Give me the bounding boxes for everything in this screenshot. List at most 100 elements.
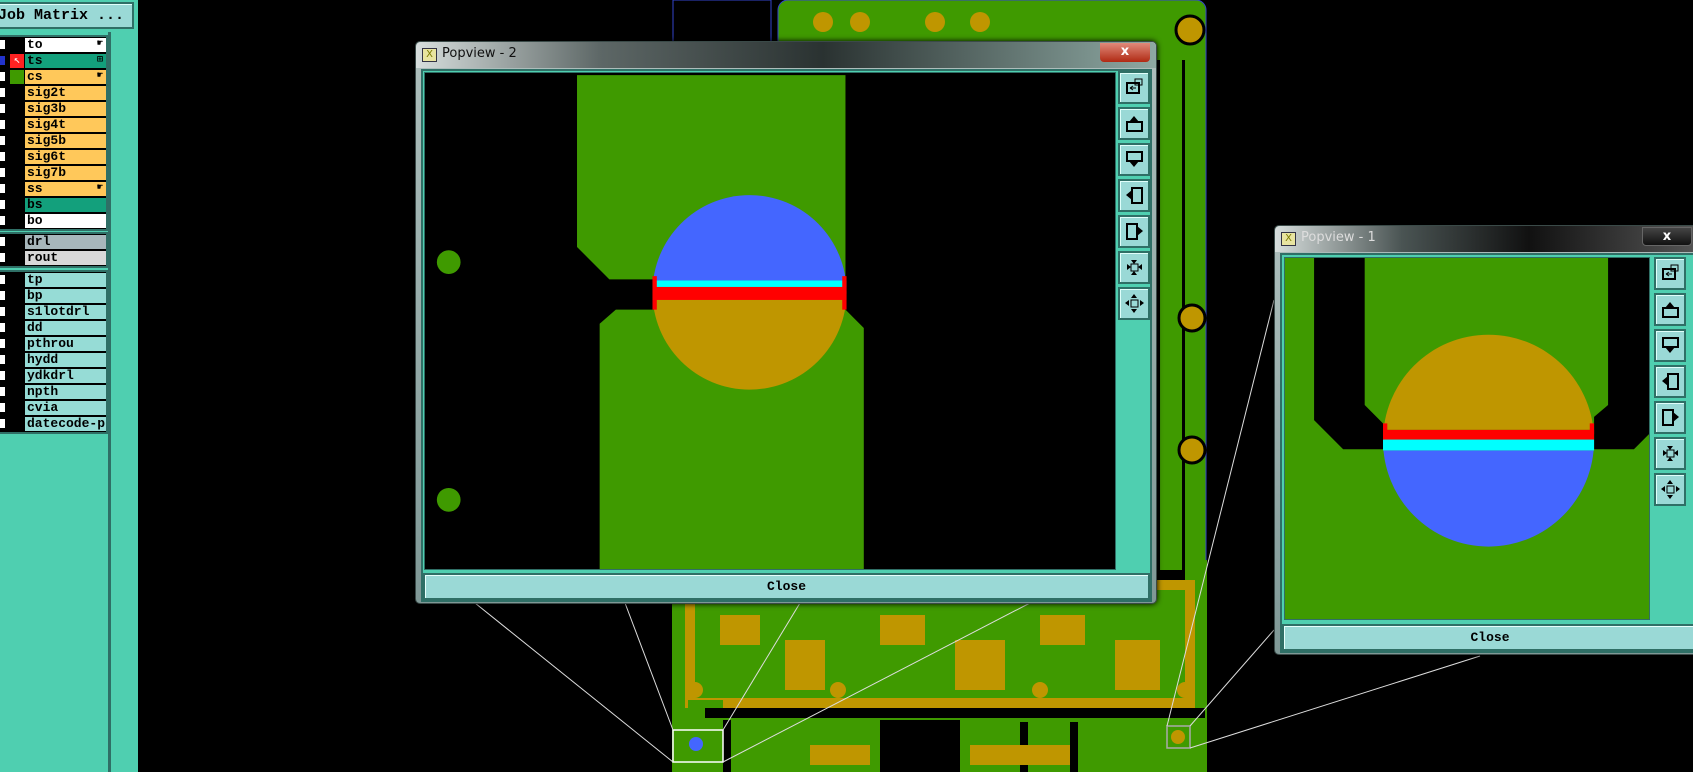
layer-row-npth[interactable]: npth (0, 384, 106, 400)
layer-checkbox[interactable] (0, 119, 6, 130)
layer-checkbox[interactable] (0, 151, 6, 162)
layer-row-ydkdrl[interactable]: ydkdrl (0, 368, 106, 384)
layer-row-hydd[interactable]: hydd (0, 352, 106, 368)
layer-name[interactable]: npth (25, 385, 106, 399)
layer-row-cs[interactable]: cs ☛ (0, 69, 106, 85)
layer-name[interactable]: sig4t (25, 118, 106, 132)
window-close-button[interactable]: x (1642, 227, 1692, 246)
layer-row-sig6t[interactable]: sig6t (0, 149, 106, 165)
layer-name[interactable]: bo (25, 214, 106, 228)
layer-checkbox[interactable] (0, 183, 6, 194)
zoom-canvas[interactable] (1284, 257, 1650, 620)
layer-name[interactable]: s1lotdrl (25, 305, 106, 319)
layer-checkbox[interactable] (0, 199, 6, 210)
layer-name[interactable]: cs ☛ (25, 70, 106, 84)
layer-name[interactable]: sig5b (25, 134, 106, 148)
layer-name[interactable]: sig2t (25, 86, 106, 100)
zoom-in-button[interactable] (1118, 251, 1150, 284)
layer-checkbox[interactable] (0, 87, 6, 98)
layer-name[interactable]: ss ☛ (25, 182, 106, 196)
move-down-button[interactable] (1654, 329, 1686, 362)
layer-row-datecode-ptc[interactable]: datecode-ptc (0, 416, 106, 432)
layer-checkbox[interactable] (0, 71, 6, 82)
move-left-button[interactable] (1118, 179, 1150, 212)
move-right-button[interactable] (1654, 401, 1686, 434)
layer-checkbox[interactable] (0, 135, 6, 146)
title-bar[interactable]: X Popview - 2 x (416, 42, 1156, 68)
window-restore-button[interactable] (1654, 257, 1686, 290)
move-up-button[interactable] (1118, 107, 1150, 140)
layer-row-sig4t[interactable]: sig4t (0, 117, 106, 133)
layer-checkbox[interactable] (0, 402, 6, 413)
title-bar[interactable]: X Popview - 1 x (1275, 226, 1693, 252)
layer-checkbox[interactable] (0, 55, 6, 66)
layer-checkbox[interactable] (0, 386, 6, 397)
layer-name[interactable]: sig3b (25, 102, 106, 116)
layer-name[interactable]: dd (25, 321, 106, 335)
layer-name[interactable]: pthrou (25, 337, 106, 351)
window-restore-icon (1125, 78, 1142, 94)
window-close-button[interactable]: x (1100, 43, 1150, 62)
layer-checkbox[interactable] (0, 322, 6, 333)
zoom-canvas[interactable] (424, 72, 1116, 570)
layer-name[interactable]: sig7b (25, 166, 106, 180)
move-up-button[interactable] (1654, 293, 1686, 326)
layer-checkbox[interactable] (0, 215, 6, 226)
layer-row-sig2t[interactable]: sig2t (0, 85, 106, 101)
layer-name[interactable]: ydkdrl (25, 369, 106, 383)
move-left-button[interactable] (1654, 365, 1686, 398)
move-right-button[interactable] (1118, 215, 1150, 248)
affected-layer-icon[interactable] (10, 70, 24, 84)
layer-row-tp[interactable]: tp (0, 272, 106, 288)
layer-name[interactable]: to ☛ (25, 38, 106, 52)
layer-row-ss[interactable]: ss ☛ (0, 181, 106, 197)
close-button[interactable]: Close (1282, 624, 1693, 651)
layer-checkbox[interactable] (0, 418, 6, 429)
layer-name[interactable]: datecode-ptc (25, 417, 106, 431)
layer-checkbox[interactable] (0, 290, 6, 301)
move-right-icon (1661, 409, 1679, 426)
layer-row-bp[interactable]: bp (0, 288, 106, 304)
layer-name[interactable]: bp (25, 289, 106, 303)
layer-checkbox[interactable] (0, 252, 6, 263)
layer-checkbox[interactable] (0, 306, 6, 317)
zoom-out-button[interactable] (1654, 473, 1686, 506)
layer-row-drl[interactable]: drl (0, 234, 106, 250)
layer-row-s1lotdrl[interactable]: s1lotdrl (0, 304, 106, 320)
layer-checkbox[interactable] (0, 236, 6, 247)
layer-name[interactable]: rout (25, 251, 106, 265)
layer-row-sig5b[interactable]: sig5b (0, 133, 106, 149)
close-button[interactable]: Close (423, 573, 1150, 600)
layer-row-cvia[interactable]: cvia (0, 400, 106, 416)
layer-name[interactable]: sig6t (25, 150, 106, 164)
layer-row-to[interactable]: to ☛ (0, 37, 106, 53)
layer-row-ts[interactable]: ↖ ts ⊞ (0, 53, 106, 69)
work-layer-arrow-icon[interactable]: ↖ (10, 54, 24, 68)
layer-row-bo[interactable]: bo (0, 213, 106, 229)
move-down-button[interactable] (1118, 143, 1150, 176)
zoom-in-button[interactable] (1654, 437, 1686, 470)
layer-checkbox[interactable] (0, 338, 6, 349)
layer-name[interactable]: drl (25, 235, 106, 249)
panel-divider[interactable] (108, 32, 111, 772)
job-matrix-button[interactable]: Job Matrix ... (0, 2, 134, 29)
layer-row-rout[interactable]: rout (0, 250, 106, 266)
layer-row-sig3b[interactable]: sig3b (0, 101, 106, 117)
layer-checkbox[interactable] (0, 103, 6, 114)
layer-checkbox[interactable] (0, 274, 6, 285)
layer-name[interactable]: bs (25, 198, 106, 212)
zoom-out-button[interactable] (1118, 287, 1150, 320)
layer-row-sig7b[interactable]: sig7b (0, 165, 106, 181)
layer-name[interactable]: cvia (25, 401, 106, 415)
layer-checkbox[interactable] (0, 167, 6, 178)
window-restore-button[interactable] (1118, 71, 1150, 104)
layer-checkbox[interactable] (0, 354, 6, 365)
layer-row-pthrou[interactable]: pthrou (0, 336, 106, 352)
layer-row-dd[interactable]: dd (0, 320, 106, 336)
layer-checkbox[interactable] (0, 39, 6, 50)
layer-name[interactable]: tp (25, 273, 106, 287)
layer-row-bs[interactable]: bs (0, 197, 106, 213)
layer-name[interactable]: hydd (25, 353, 106, 367)
layer-checkbox[interactable] (0, 370, 6, 381)
layer-name[interactable]: ts ⊞ (25, 54, 106, 68)
